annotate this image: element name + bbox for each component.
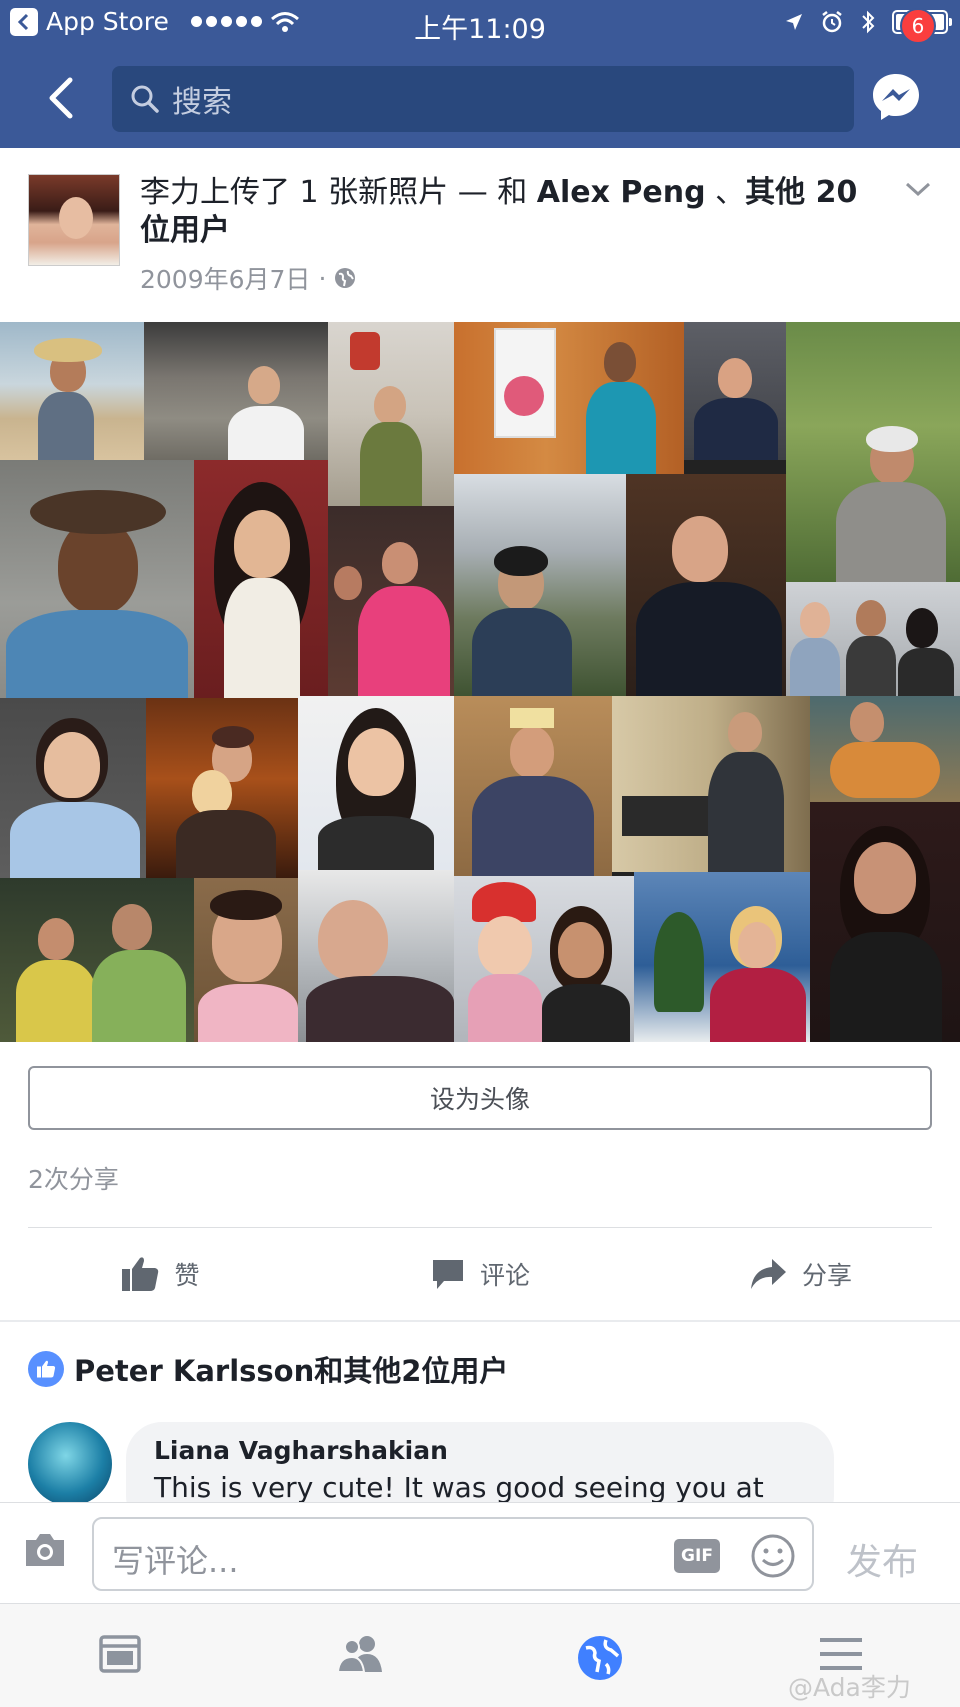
collage-photo-tiger <box>810 696 960 802</box>
commenter-avatar[interactable] <box>28 1422 112 1506</box>
chevron-down-icon[interactable] <box>904 180 932 198</box>
collage-photo-couple-night <box>146 698 298 878</box>
status-bar: App Store 上午11:09 <box>0 0 960 48</box>
comment-button[interactable]: 评论 <box>320 1228 640 1320</box>
location-icon <box>786 14 802 30</box>
like-button[interactable]: 赞 <box>0 1228 320 1320</box>
post-header: 李力上传了 1 张新照片 — 和 Alex Peng 、其他 20 位用户 20… <box>0 148 960 322</box>
messenger-badge: 6 <box>900 8 936 44</box>
publish-button[interactable]: 发布 <box>846 1533 918 1585</box>
messenger-icon <box>873 74 919 120</box>
post-title-middle: 、 <box>705 175 746 210</box>
comment-author[interactable]: Liana Vagharshakian <box>154 1436 806 1465</box>
globe-privacy-icon <box>335 268 356 288</box>
search-input[interactable]: 搜索 <box>112 66 854 132</box>
friends-icon[interactable] <box>336 1634 386 1674</box>
collage-photo-group-event <box>786 582 960 696</box>
back-button[interactable] <box>36 72 86 124</box>
collage-photo-arena <box>144 322 328 460</box>
meta-separator: · <box>318 263 327 293</box>
comment-composer: 写评论... GIF 发布 <box>0 1502 960 1604</box>
post-actions: 赞 评论 分享 <box>0 1228 960 1320</box>
post-title: 李力上传了 1 张新照片 — 和 Alex Peng 、其他 20 位用户 <box>140 174 880 250</box>
search-icon <box>131 85 159 113</box>
collage-photo-green-lanyard <box>612 696 810 872</box>
comment-icon <box>432 1260 463 1289</box>
collage-photo-bald-man <box>298 870 454 1042</box>
tagged-user-link[interactable]: Alex Peng <box>537 175 706 210</box>
post-title-prefix: 李力上传了 1 张新照片 — 和 <box>140 175 537 210</box>
watermark: @Ada李力 <box>788 1673 911 1702</box>
chevron-left-icon <box>49 77 73 119</box>
thumbs-up-icon <box>122 1257 159 1291</box>
share-count[interactable]: 2次分享 <box>28 1160 119 1196</box>
collage-photo-dinner-couple <box>0 878 194 1042</box>
comment-placeholder: 写评论... <box>112 1542 239 1580</box>
collage-photo-santorini <box>634 872 810 1042</box>
collage-photo-crown <box>454 696 612 876</box>
post-meta: 2009年6月7日 · <box>140 260 356 296</box>
globe-icon[interactable] <box>576 1634 624 1682</box>
camera-icon[interactable] <box>22 1531 68 1569</box>
author-avatar[interactable] <box>28 174 120 266</box>
emoji-icon[interactable] <box>750 1533 796 1579</box>
bluetooth-icon <box>862 10 875 34</box>
gif-button[interactable]: GIF <box>674 1539 720 1573</box>
collage-photo-presentation <box>454 322 684 474</box>
collage-photo-baby-santa <box>454 876 634 1042</box>
feed-icon[interactable] <box>98 1634 142 1674</box>
share-button[interactable]: 分享 <box>640 1228 960 1320</box>
collage-photo-mountains <box>454 474 626 696</box>
post-date[interactable]: 2009年6月7日 <box>140 260 310 296</box>
collage-photo-cowboy-hat <box>0 460 194 698</box>
messenger-button[interactable] <box>868 68 928 128</box>
like-label: 赞 <box>174 1261 200 1290</box>
collage-photo-woman-scarf <box>194 460 328 698</box>
alarm-icon <box>822 11 842 33</box>
collage-photo-pink-shirt <box>328 506 454 698</box>
navigation-bar: 搜索 <box>0 48 960 148</box>
likes-summary[interactable]: Peter Karlsson和其他2位用户 <box>28 1348 508 1390</box>
collage-photo-man-black-shirt <box>626 474 786 696</box>
collage-photo-man-tshirt <box>684 322 786 460</box>
collage-photo-man-smiling <box>194 878 298 1042</box>
collage-photo-woman-blue-shirt <box>0 698 146 878</box>
like-reaction-icon <box>28 1351 64 1387</box>
likes-summary-text: Peter Karlsson和其他2位用户 <box>74 1354 509 1388</box>
divider <box>0 1320 960 1322</box>
comment-label: 评论 <box>479 1261 530 1290</box>
collage-photo-zipline <box>786 322 960 582</box>
comment-text: This is very cute! It was good seeing yo… <box>154 1471 764 1504</box>
collage-photo-beach <box>0 322 144 460</box>
comment-input[interactable]: 写评论... GIF <box>92 1517 814 1591</box>
share-arrow-icon <box>750 1259 786 1289</box>
search-placeholder: 搜索 <box>172 85 232 120</box>
share-label: 分享 <box>801 1261 852 1290</box>
post-photo-collage[interactable] <box>0 322 960 1042</box>
collage-photo-portrait-woman <box>298 696 454 870</box>
set-as-avatar-button[interactable]: 设为头像 <box>28 1066 932 1130</box>
collage-photo-woman-dark <box>810 802 960 1042</box>
collage-photo-olympics <box>328 322 454 506</box>
